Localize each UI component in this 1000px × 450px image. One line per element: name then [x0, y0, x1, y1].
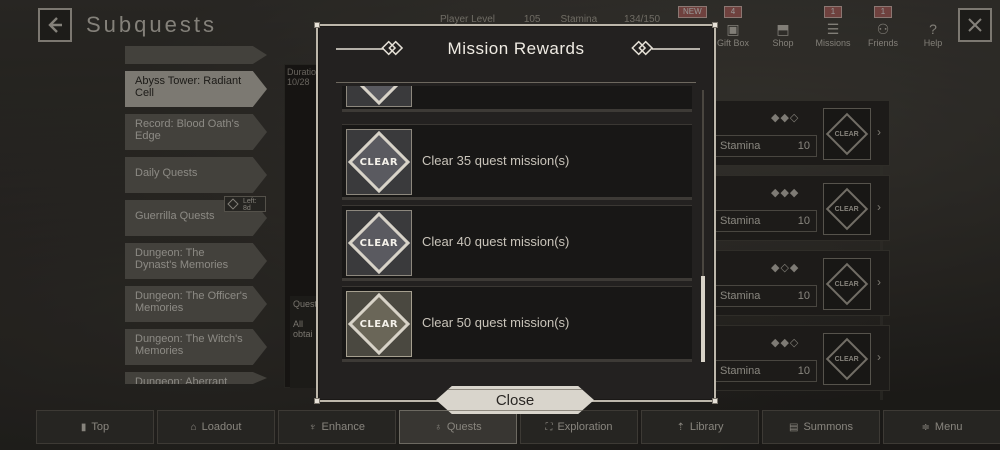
- mission-rewards-modal: Mission Rewards CLEAR Clear 35 quest mis…: [314, 22, 718, 404]
- rewards-scrollbar-thumb[interactable]: [701, 276, 705, 362]
- modal-divider: [336, 82, 696, 83]
- reward-row-partial: [342, 86, 692, 112]
- reward-row: CLEAR Clear 35 quest mission(s): [342, 124, 692, 200]
- rewards-list[interactable]: CLEAR Clear 35 quest mission(s) CLEAR Cl…: [338, 86, 696, 366]
- clear-reward-icon: [346, 86, 412, 107]
- reward-label: Clear 35 quest mission(s): [422, 153, 570, 168]
- corner-ornament: [314, 398, 320, 404]
- close-button[interactable]: Close: [436, 386, 594, 414]
- clear-reward-icon: CLEAR: [346, 291, 412, 357]
- reward-row: CLEAR Clear 50 quest mission(s): [342, 286, 692, 362]
- corner-ornament: [712, 22, 718, 28]
- clear-icon-text: CLEAR: [359, 318, 399, 330]
- game-screen: Subquests Player Level 105 Stamina 134/1…: [0, 0, 1000, 450]
- reward-label: Clear 50 quest mission(s): [422, 315, 570, 330]
- corner-ornament: [712, 398, 718, 404]
- clear-icon-text: CLEAR: [359, 156, 399, 168]
- reward-label: Clear 40 quest mission(s): [422, 234, 570, 249]
- clear-reward-icon: CLEAR: [346, 210, 412, 276]
- reward-row: CLEAR Clear 40 quest mission(s): [342, 205, 692, 281]
- title-ornament-right-icon: [631, 40, 700, 56]
- clear-reward-icon: CLEAR: [346, 129, 412, 195]
- clear-icon-text: CLEAR: [359, 237, 399, 249]
- corner-ornament: [314, 22, 320, 28]
- close-button-label: Close: [495, 391, 535, 409]
